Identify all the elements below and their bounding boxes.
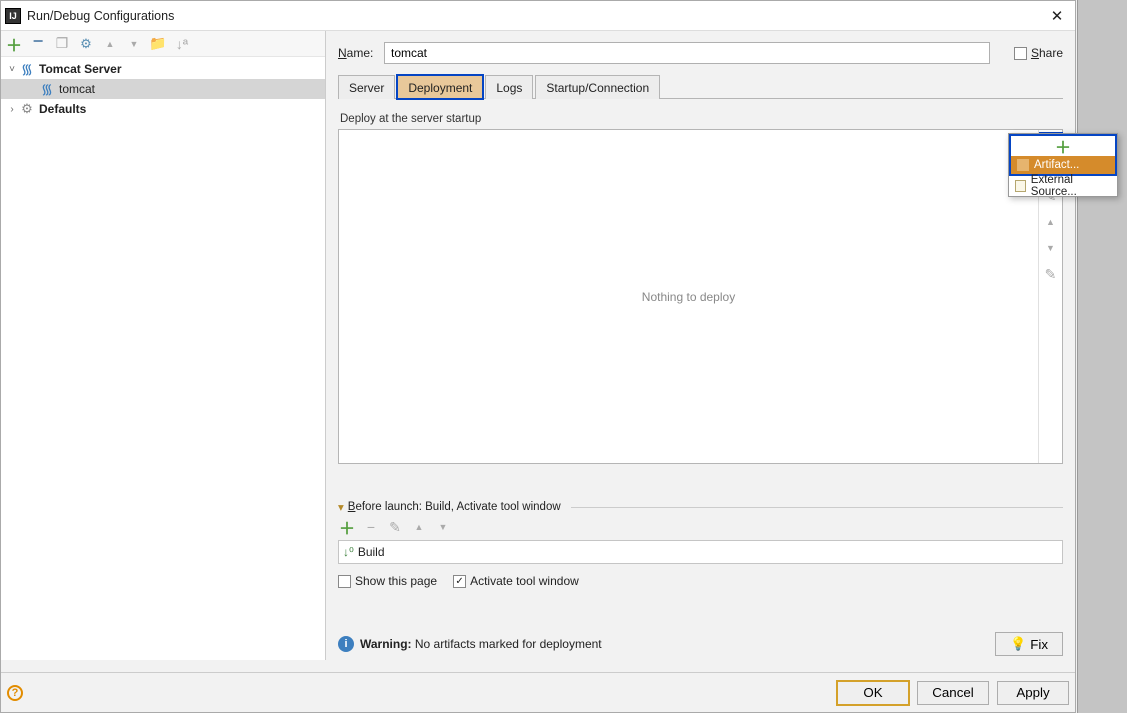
separator xyxy=(571,507,1063,508)
external-source-icon xyxy=(1015,180,1026,192)
before-launch-label: Before launch: Build, Activate tool wind… xyxy=(348,501,561,513)
apply-button[interactable]: Apply xyxy=(997,681,1069,705)
expand-icon[interactable]: › xyxy=(5,104,19,115)
popup-label: External Source... xyxy=(1031,174,1111,198)
activate-tool-window-checkbox[interactable]: ✓ Activate tool window xyxy=(453,574,579,588)
tree-toolbar: ＋ − ❐ ⚙ 📁 ↓ª xyxy=(1,31,325,57)
warning-row: i Warning: No artifacts marked for deplo… xyxy=(338,628,1063,660)
popup-label: Artifact... xyxy=(1034,159,1079,171)
build-task-label: Build xyxy=(358,545,385,559)
fix-button[interactable]: 💡 Fix xyxy=(995,632,1063,656)
tree-label: tomcat xyxy=(59,82,95,96)
config-tree[interactable]: ˅ ᯾ Tomcat Server ᯾ tomcat › ⚙ Defaults xyxy=(1,57,325,660)
add-config-icon[interactable]: ＋ xyxy=(7,37,21,51)
ok-button[interactable]: OK xyxy=(837,681,909,705)
window-title: Run/Debug Configurations xyxy=(27,9,1043,23)
remove-task-icon[interactable]: − xyxy=(364,520,378,534)
tree-label: Defaults xyxy=(39,102,86,116)
deploy-empty-text: Nothing to deploy xyxy=(339,130,1038,463)
name-input[interactable] xyxy=(384,42,990,64)
tab-startup-connection[interactable]: Startup/Connection xyxy=(535,75,660,99)
collapse-icon[interactable]: ▾ xyxy=(338,500,344,514)
bulb-icon: 💡 xyxy=(1010,636,1026,652)
close-icon[interactable]: ✕ xyxy=(1043,7,1071,25)
cancel-button[interactable]: Cancel xyxy=(917,681,989,705)
tree-node-tomcat-server[interactable]: ˅ ᯾ Tomcat Server xyxy=(1,59,325,79)
info-icon: i xyxy=(338,636,354,652)
tab-logs[interactable]: Logs xyxy=(485,75,533,99)
checkbox-icon[interactable] xyxy=(338,575,351,588)
copy-config-icon[interactable]: ❐ xyxy=(55,37,69,51)
tree-node-tomcat[interactable]: ᯾ tomcat xyxy=(1,79,325,99)
tab-bar: Server Deployment Logs Startup/Connectio… xyxy=(338,73,1063,99)
sort-icon[interactable]: ↓ª xyxy=(175,37,189,51)
configurations-tree-pane: ＋ − ❐ ⚙ 📁 ↓ª ˅ ᯾ Tomcat Server ᯾ tomcat xyxy=(1,31,326,660)
name-label: Name: xyxy=(338,46,384,60)
move-up-icon[interactable] xyxy=(103,37,117,51)
add-artifact-popup: ＋ Artifact... External Source... xyxy=(1008,133,1118,197)
show-page-label: Show this page xyxy=(355,574,437,588)
add-task-icon[interactable]: ＋ xyxy=(340,520,354,534)
move-down-icon[interactable] xyxy=(127,37,141,51)
edit-pencil-icon[interactable]: ✎ xyxy=(1043,266,1059,282)
move-up-icon[interactable] xyxy=(1043,214,1059,230)
tomcat-server-icon: ᯾ xyxy=(19,61,35,77)
help-icon[interactable]: ? xyxy=(7,685,23,701)
before-launch-toolbar: ＋ − ✎ xyxy=(338,514,1063,540)
warning-text: Warning: No artifacts marked for deploym… xyxy=(360,637,602,651)
tab-server[interactable]: Server xyxy=(338,75,395,99)
tree-node-defaults[interactable]: › ⚙ Defaults xyxy=(1,99,325,119)
popup-item-artifact[interactable]: Artifact... xyxy=(1009,156,1117,176)
artifact-icon xyxy=(1017,159,1029,171)
share-checkbox[interactable]: Share xyxy=(1014,46,1063,60)
checkbox-icon[interactable] xyxy=(1014,47,1027,60)
app-icon: IJ xyxy=(5,8,21,24)
expand-icon[interactable]: ˅ xyxy=(5,64,19,75)
dialog-button-bar: ? OK Cancel Apply xyxy=(1,672,1075,712)
share-label: Share xyxy=(1031,46,1063,60)
move-down-icon[interactable] xyxy=(436,520,450,534)
before-launch-list[interactable]: ↓⁰ Build xyxy=(338,540,1063,564)
move-down-icon[interactable] xyxy=(1043,240,1059,256)
checkbox-icon[interactable]: ✓ xyxy=(453,575,466,588)
external-scrollbar xyxy=(1077,0,1127,713)
edit-task-icon[interactable]: ✎ xyxy=(388,520,402,534)
build-icon: ↓⁰ xyxy=(343,545,354,559)
popup-plus-icon[interactable]: ＋ xyxy=(1009,134,1117,156)
titlebar: IJ Run/Debug Configurations ✕ xyxy=(1,1,1075,31)
dialog-window: IJ Run/Debug Configurations ✕ ＋ − ❐ ⚙ 📁 … xyxy=(0,0,1076,713)
before-launch-header[interactable]: ▾ Before launch: Build, Activate tool wi… xyxy=(338,500,1063,514)
deploy-header: Deploy at the server startup xyxy=(340,113,1063,125)
settings-icon[interactable]: ⚙ xyxy=(79,37,93,51)
remove-config-icon[interactable]: − xyxy=(31,35,45,49)
tomcat-icon: ᯾ xyxy=(39,81,55,97)
move-up-icon[interactable] xyxy=(412,520,426,534)
activate-tool-label: Activate tool window xyxy=(470,574,579,588)
show-this-page-checkbox[interactable]: Show this page xyxy=(338,574,437,588)
popup-item-external-source[interactable]: External Source... xyxy=(1009,176,1117,196)
deploy-list-box: Nothing to deploy ＋ − ✎ ✎ xyxy=(338,129,1063,464)
tab-deployment[interactable]: Deployment xyxy=(397,75,483,99)
tree-label: Tomcat Server xyxy=(39,62,121,76)
folder-icon[interactable]: 📁 xyxy=(151,37,165,51)
defaults-icon: ⚙ xyxy=(19,101,35,117)
details-pane: Name: Share Server Deployment Logs Start… xyxy=(326,31,1075,660)
